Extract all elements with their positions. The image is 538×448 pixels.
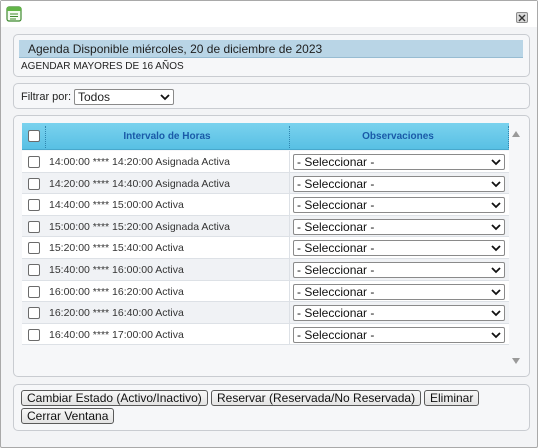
scroll-up-arrow-icon[interactable] bbox=[512, 131, 520, 137]
close-window-text-button[interactable]: Cerrar Ventana bbox=[21, 408, 115, 424]
observation-select[interactable]: - Seleccionar - bbox=[293, 240, 505, 257]
chevron-down-icon bbox=[491, 267, 501, 274]
observation-select[interactable]: - Seleccionar - bbox=[293, 326, 505, 343]
cell-divider bbox=[289, 194, 290, 216]
interval-cell: 14:00:00 **** 14:20:00 Asignada Activa bbox=[49, 156, 230, 168]
delete-button[interactable]: Eliminar bbox=[424, 390, 480, 406]
close-icon bbox=[518, 14, 526, 21]
dialog-window: Agenda Disponible miércoles, 20 de dicie… bbox=[0, 0, 538, 448]
form-window-icon bbox=[6, 6, 22, 22]
table-row: 16:00:00 **** 16:20:00 Activa - Seleccio… bbox=[22, 280, 509, 303]
table-row: 15:20:00 **** 15:40:00 Activa - Seleccio… bbox=[22, 237, 509, 259]
agenda-title: Agenda Disponible miércoles, 20 de dicie… bbox=[19, 40, 523, 58]
column-header-observations[interactable]: Observaciones bbox=[289, 123, 507, 150]
interval-cell: 14:40:00 **** 15:00:00 Activa bbox=[49, 199, 184, 212]
chevron-down-icon bbox=[491, 224, 501, 231]
chevron-down-icon bbox=[491, 202, 501, 209]
observation-select[interactable]: - Seleccionar - bbox=[293, 197, 505, 214]
interval-cell: 14:20:00 **** 14:40:00 Asignada Activa bbox=[49, 177, 230, 190]
row-checkbox[interactable] bbox=[28, 263, 40, 276]
chevron-down-icon bbox=[160, 94, 170, 101]
chevron-down-icon bbox=[491, 159, 501, 166]
observation-value: - Seleccionar - bbox=[297, 284, 375, 299]
row-checkbox[interactable] bbox=[28, 156, 40, 168]
cell-divider bbox=[289, 151, 290, 172]
row-checkbox[interactable] bbox=[28, 242, 40, 255]
observation-select[interactable]: - Seleccionar - bbox=[293, 175, 505, 192]
observation-value: - Seleccionar - bbox=[297, 306, 375, 321]
interval-cell: 15:40:00 **** 16:00:00 Activa bbox=[49, 263, 184, 276]
filter-panel: Filtrar por: Todos bbox=[13, 83, 530, 109]
filter-selected-value: Todos bbox=[78, 90, 111, 104]
table-row: 16:20:00 **** 16:40:00 Activa - Seleccio… bbox=[22, 302, 509, 324]
row-checkbox[interactable] bbox=[28, 307, 40, 320]
reserve-button[interactable]: Reservar (Reservada/No Reservada) bbox=[211, 390, 422, 406]
actions-panel: Cambiar Estado (Activo/Inactivo) Reserva… bbox=[13, 384, 530, 431]
row-checkbox[interactable] bbox=[28, 220, 40, 233]
interval-cell: 16:00:00 **** 16:20:00 Activa bbox=[49, 285, 184, 298]
row-checkbox[interactable] bbox=[28, 285, 40, 298]
table-row: 14:40:00 **** 15:00:00 Activa - Seleccio… bbox=[22, 194, 509, 216]
chevron-down-icon bbox=[491, 288, 501, 295]
close-window-button[interactable] bbox=[516, 12, 528, 23]
row-checkbox[interactable] bbox=[28, 199, 40, 212]
cell-divider bbox=[289, 323, 290, 345]
grid-scrollbar[interactable] bbox=[510, 123, 524, 371]
observation-select[interactable]: - Seleccionar - bbox=[293, 261, 505, 278]
observation-select[interactable]: - Seleccionar - bbox=[293, 305, 505, 322]
interval-cell: 16:40:00 **** 17:00:00 Activa bbox=[49, 328, 184, 341]
observation-value: - Seleccionar - bbox=[297, 219, 375, 234]
table-row: 16:40:00 **** 17:00:00 Activa - Seleccio… bbox=[22, 323, 509, 346]
grid-header: Intervalo de Horas Observaciones bbox=[22, 123, 509, 150]
table-row: 14:20:00 **** 14:40:00 Asignada Activa -… bbox=[22, 172, 509, 195]
chevron-down-icon bbox=[491, 180, 501, 187]
observation-value: - Seleccionar - bbox=[297, 241, 375, 256]
cell-divider bbox=[289, 302, 290, 324]
table-row: 14:00:00 **** 14:20:00 Asignada Activa -… bbox=[22, 151, 509, 173]
cell-divider bbox=[289, 280, 290, 302]
cell-divider bbox=[289, 215, 290, 237]
row-checkbox[interactable] bbox=[28, 177, 40, 190]
observation-value: - Seleccionar - bbox=[297, 262, 375, 277]
change-state-button[interactable]: Cambiar Estado (Activo/Inactivo) bbox=[21, 390, 208, 406]
header-divider bbox=[508, 126, 509, 148]
observation-select[interactable]: - Seleccionar - bbox=[293, 283, 505, 300]
agenda-header-panel: Agenda Disponible miércoles, 20 de dicie… bbox=[13, 34, 530, 77]
table-row: 15:40:00 **** 16:00:00 Activa - Seleccio… bbox=[22, 258, 509, 281]
chevron-down-icon bbox=[491, 310, 501, 317]
select-all-checkbox[interactable] bbox=[28, 130, 40, 142]
cell-divider bbox=[289, 237, 290, 259]
cell-divider bbox=[289, 172, 290, 194]
observation-value: - Seleccionar - bbox=[297, 176, 375, 191]
interval-cell: 15:20:00 **** 15:40:00 Activa bbox=[49, 242, 184, 255]
chevron-down-icon bbox=[491, 245, 501, 252]
title-bar bbox=[1, 1, 537, 27]
row-checkbox[interactable] bbox=[28, 328, 40, 341]
agenda-subtitle: AGENDAR MAYORES DE 16 AÑOS bbox=[21, 61, 184, 72]
chevron-down-icon bbox=[491, 332, 501, 339]
observation-value: - Seleccionar - bbox=[297, 198, 375, 213]
observation-value: - Seleccionar - bbox=[297, 327, 375, 342]
observation-select[interactable]: - Seleccionar - bbox=[293, 154, 505, 170]
table-row: 15:00:00 **** 15:20:00 Asignada Activa -… bbox=[22, 215, 509, 238]
cell-divider bbox=[289, 258, 290, 280]
observation-value: - Seleccionar - bbox=[297, 155, 375, 169]
interval-cell: 15:00:00 **** 15:20:00 Asignada Activa bbox=[49, 220, 230, 233]
filter-label: Filtrar por: bbox=[21, 91, 72, 103]
observation-select[interactable]: - Seleccionar - bbox=[293, 218, 505, 235]
column-header-interval[interactable]: Intervalo de Horas bbox=[45, 123, 289, 150]
schedule-grid-panel: Intervalo de Horas Observaciones 14:00:0… bbox=[13, 115, 530, 377]
scroll-down-arrow-icon[interactable] bbox=[512, 358, 520, 364]
grid-rows: 14:00:00 **** 14:20:00 Asignada Activa -… bbox=[22, 151, 509, 346]
interval-cell: 16:20:00 **** 16:40:00 Activa bbox=[49, 307, 184, 320]
filter-select[interactable]: Todos bbox=[74, 89, 174, 105]
